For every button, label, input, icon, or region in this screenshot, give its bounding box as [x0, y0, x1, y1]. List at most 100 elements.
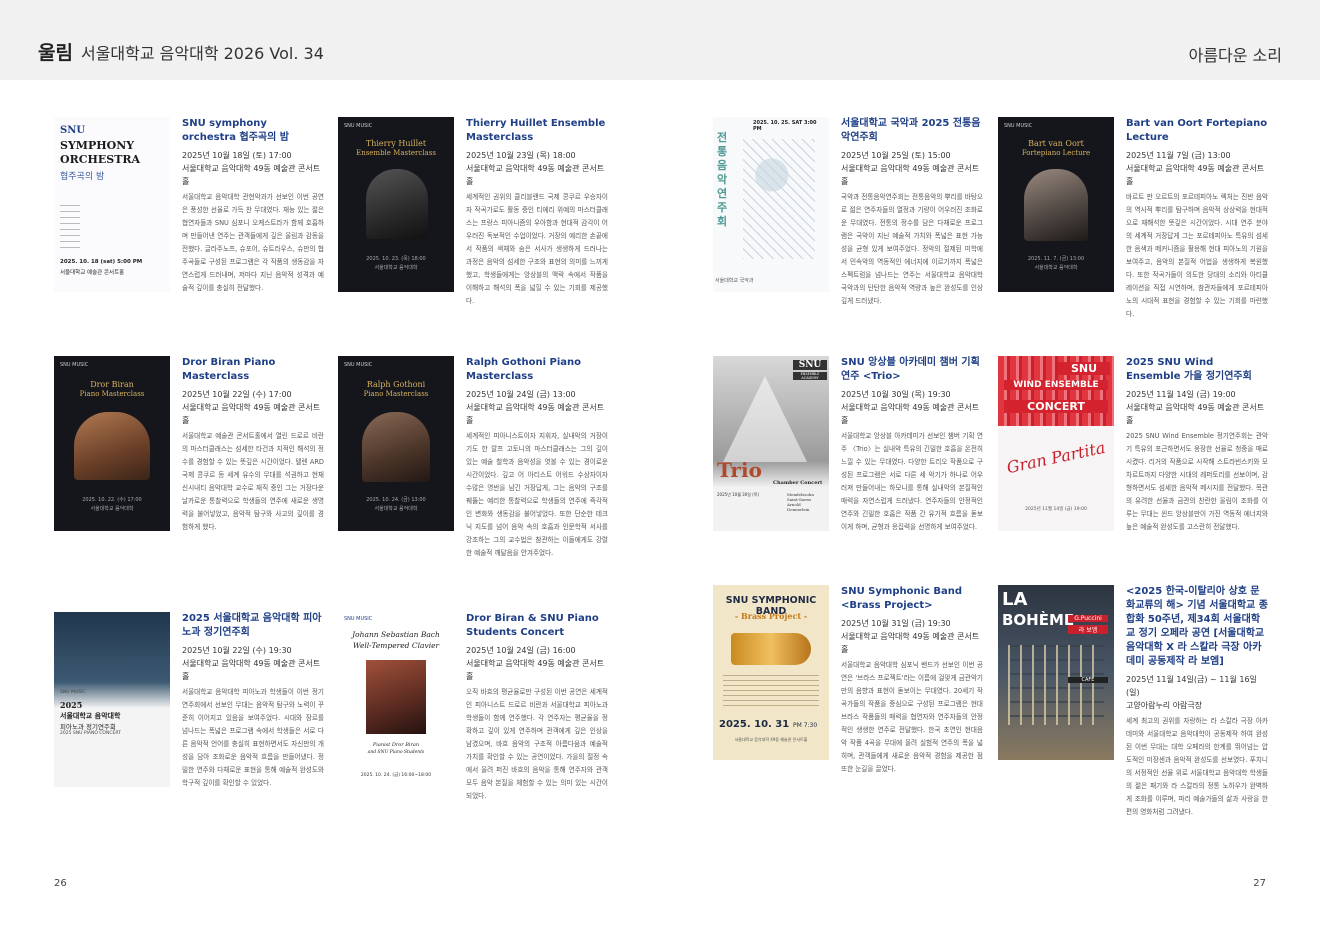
concert-title: Dror Biran & SNU Piano Students Concert [466, 613, 599, 638]
concert-card: SNU SYMPHONIC BAND - Brass Project - 202… [713, 585, 985, 785]
poster-text: SNU MUSIC [344, 616, 373, 622]
poster-text: G.Puccini [1068, 615, 1108, 622]
concert-title: 서울대학교 국악과 2025 전통음악연주회 [841, 118, 981, 143]
concert-poster: 2025. 10. 25. SAT 3:00 PM 전통음악연주회 서울대학교 … [713, 117, 829, 292]
poster-text: SNU [793, 360, 827, 370]
concert-date: 2025년 11월 14일 (금) 19:00 [1126, 390, 1236, 399]
concert-info: SNU Symphonic Band <Brass Project> 2025년… [841, 585, 983, 776]
concert-poster: SNU MUSIC 2025 서울대학교 음악대학 피아노과 정기연주회 202… [54, 612, 170, 787]
concert-description: 서울대학교 예술관 콘서트홀에서 열린 드로르 비란의 마스터클래스는 섬세한 … [182, 432, 324, 531]
concert-date: 2025년 10월 22일 (수) 19:30 [182, 646, 292, 655]
concert-poster: SNU WIND ENSEMBLE CONCERT Gran Partita 2… [998, 356, 1114, 531]
poster-illustration [743, 139, 815, 259]
concert-description: 서울대학교 음악대학 심포닉 밴드가 선보인 이번 공연은 '브라스 프로젝트'… [841, 661, 983, 773]
concert-date: 2025년 10월 31일 (금) 19:30 [841, 619, 951, 628]
concert-card: SNU MUSIC Bart van Oort Fortepiano Lectu… [998, 117, 1270, 318]
concert-poster: SNU SYMPHONY ORCHESTRA 협주곡의 밤 2025. 10. … [54, 117, 170, 292]
concert-venue: 서울대학교 음악대학 49동 예술관 콘서트홀 [182, 403, 321, 425]
poster-text: Chamber Concert [773, 480, 823, 486]
poster-text: PM 7:30 [793, 722, 818, 729]
concert-description: 국악과 전통음악연주회는 전통음악의 뿌리를 바탕으로 젊은 연주자들의 열정과… [841, 193, 983, 305]
poster-text: 2025년 10월 30일 (목) [717, 492, 760, 497]
concert-title: 2025 SNU Wind Ensemble 가을 정기연주회 [1126, 357, 1252, 382]
poster-text: WIND ENSEMBLE [1004, 380, 1108, 390]
poster-text: 서울대학교 국악과 [715, 278, 754, 284]
concert-date: 2025년 10월 23일 (목) 18:00 [466, 151, 576, 160]
poster-text: LA [1002, 589, 1028, 610]
poster-text: SNU MUSIC [1004, 123, 1033, 129]
concert-description: 세계적인 권위의 클리블랜드 국제 콩쿠르 우승자이자 작곡가로도 활동 중인 … [466, 193, 608, 305]
concert-info: Thierry Huillet Ensemble Masterclass 202… [466, 117, 608, 308]
concert-venue: 서울대학교 음악대학 49동 예술관 콘서트홀 [841, 164, 980, 186]
poster-text: 2025. 11. 7. (금) 13:00 [1027, 256, 1085, 262]
concert-poster: SNU MUSIC Ralph Gothoni Piano Masterclas… [338, 356, 454, 531]
concert-poster: SNU MUSIC Bart van Oort Fortepiano Lectu… [998, 117, 1114, 292]
poster-text: 서울대학교 음악대학 49동 예술관 콘서트홀 [734, 737, 808, 742]
concert-title: Dror Biran Piano Masterclass [182, 357, 276, 382]
page-header: 울림 서울대학교 음악대학 2026 Vol. 34 아름다운 소리 [0, 0, 1320, 80]
concert-description: 세계적인 피아니스트이자 지휘자, 실내악의 거장이기도 한 랄프 고토니의 마… [466, 432, 608, 557]
concert-info: <2025 한국-이탈리아 상호 문화교류의 해> 기념 서울대학교 종합화 5… [1126, 585, 1268, 819]
poster-text: Mendelssohn Saint-Saens Arnold Dennerlei… [787, 492, 814, 512]
concert-description: 2025 SNU Wind Ensemble 정기연주회는 관악기 특유의 포근… [1126, 432, 1268, 531]
poster-text: 서울대학교 예술관 콘서트홀 [60, 270, 125, 276]
concert-title: <2025 한국-이탈리아 상호 문화교류의 해> 기념 서울대학교 종합화 5… [1126, 586, 1268, 667]
concert-card: SNU MUSIC 2025 서울대학교 음악대학 피아노과 정기연주회 202… [54, 612, 326, 812]
poster-text: 피아노과 정기연주회 [60, 723, 116, 731]
poster-text: ENSEMBLE ACADEMY [793, 372, 827, 380]
concert-venue: 서울대학교 음악대학 49동 예술관 콘서트홀 [1126, 403, 1265, 425]
poster-text: 2025. 10. 31 [719, 719, 790, 730]
poster-text: 2025. 10. 24. (금) 13:00 [366, 497, 426, 503]
concert-description: 서울대학교 앙상블 아카데미가 선보인 챔버 기획 연주 〈Trio〉는 실내악… [841, 432, 983, 531]
issue-title: 서울대학교 음악대학 2026 Vol. 34 [80, 44, 324, 63]
concert-title: SNU Symphonic Band <Brass Project> [841, 586, 963, 611]
concert-venue: 서울대학교 음악대학 49동 예술관 콘서트홀 [182, 659, 321, 681]
magazine-title: 울림 서울대학교 음악대학 2026 Vol. 34 [38, 38, 324, 65]
concert-title: SNU 앙상블 아카데미 챔버 기획 연주 <Trio> [841, 357, 980, 382]
poster-text: Piano Masterclass [79, 390, 145, 398]
concert-poster: LA BOHÈME G.Puccini 라 보엠 CAFÉ [998, 585, 1114, 760]
concert-venue: 서울대학교 음악대학 49동 예술관 콘서트홀 [466, 403, 605, 425]
concert-date: 2025년 10월 18일 (토) 17:00 [182, 151, 292, 160]
concert-date: 2025년 10월 24일 (금) 13:00 [466, 390, 576, 399]
poster-text: SNU MUSIC [344, 362, 373, 368]
concert-card: SNU SYMPHONY ORCHESTRA 협주곡의 밤 2025. 10. … [54, 117, 326, 317]
concert-card: SNU MUSIC Thierry Huillet Ensemble Maste… [338, 117, 610, 317]
poster-text: Dror Biran [90, 380, 134, 389]
poster-text: SNU [1058, 362, 1110, 375]
concert-card: SNU MUSIC Johann Sebastian Bach Well-Tem… [338, 612, 610, 812]
concert-poster: SNU ENSEMBLE ACADEMY Trio Chamber Concer… [713, 356, 829, 531]
concert-info: Ralph Gothoni Piano Masterclass 2025년 10… [466, 356, 608, 560]
section-title: 아름다운 소리 [1188, 46, 1282, 65]
concert-date: 2025년 10월 30일 (목) 19:30 [841, 390, 951, 399]
poster-text: CAFÉ [1068, 677, 1108, 683]
poster-illustration [723, 376, 807, 462]
concert-title: 2025 서울대학교 음악대학 피아노과 정기연주회 [182, 613, 322, 638]
poster-text: Gran Partita [1005, 437, 1107, 478]
concert-date: 2025년 10월 22일 (수) 17:00 [182, 390, 292, 399]
concert-info: 서울대학교 국악과 2025 전통음악연주회 2025년 10월 25일 (토)… [841, 117, 983, 308]
poster-text: SNU [60, 125, 86, 136]
concert-description: 세계 최고의 권위를 자랑하는 라 스칼라 극장 아카데미와 서울대학교 음악대… [1126, 717, 1268, 816]
concert-info: 2025 서울대학교 음악대학 피아노과 정기연주회 2025년 10월 22일… [182, 612, 324, 790]
poster-text: SNU MUSIC [60, 690, 86, 695]
concert-card: SNU MUSIC Dror Biran Piano Masterclass 2… [54, 356, 326, 556]
poster-text: and SNU Piano Students [367, 750, 425, 755]
concert-description: 서울대학교 음악대학 관현악과가 선보인 이번 공연은 풍성한 선율로 가득 찬… [182, 193, 324, 292]
poster-text: - Brass Project - [734, 611, 808, 621]
poster-text: 서울대학교 음악대학 [374, 506, 418, 512]
concert-info: Dror Biran Piano Masterclass 2025년 10월 2… [182, 356, 324, 534]
poster-text: 서울대학교 음악대학 [1034, 265, 1078, 271]
poster-text: Fortepiano Lecture [1021, 149, 1091, 157]
poster-text: Thierry Huillet [365, 139, 427, 148]
poster-text: Johann Sebastian Bach [352, 630, 440, 639]
poster-text: 2025 SNU PIANO CONCERT [60, 731, 121, 736]
poster-text: SYMPHONY [60, 139, 135, 152]
poster-text: 2025. 10. 18 (sat) 5:00 PM [60, 259, 143, 265]
poster-photo [366, 169, 428, 239]
poster-text: Pianist Dror Biran [372, 742, 420, 748]
concert-title: SNU symphony orchestra 협주곡의 밤 [182, 118, 290, 143]
concert-poster: SNU MUSIC Dror Biran Piano Masterclass 2… [54, 356, 170, 531]
poster-text: Piano Masterclass [363, 390, 429, 398]
concert-description: 오직 바흐의 평균율로만 구성된 이번 공연은 세계적인 피아니스트 드로르 비… [466, 688, 608, 800]
